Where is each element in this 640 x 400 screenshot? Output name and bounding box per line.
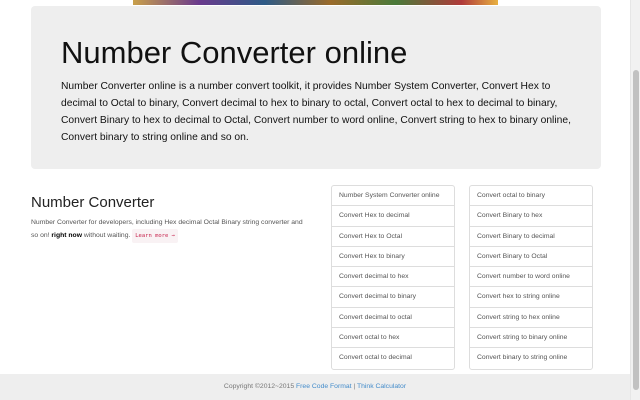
intro-heading: Number Converter xyxy=(31,194,155,211)
converter-link-item[interactable]: Convert Hex to Octal xyxy=(332,227,454,247)
converter-link-item[interactable]: Convert decimal to octal xyxy=(332,308,454,329)
footer-copyright: Copyright ©2012~2015 xyxy=(223,383,297,390)
vertical-scrollbar[interactable] xyxy=(630,0,640,400)
converter-link-item[interactable]: Convert string to binary online xyxy=(470,328,592,349)
converter-link-item[interactable]: Convert Binary to decimal xyxy=(470,227,592,247)
intro-description: Number Converter for developers, includi… xyxy=(31,217,311,243)
intro-text-after: without waiting. xyxy=(82,232,131,239)
intro-bold-text: right now xyxy=(51,232,82,239)
intro-section: Number Converter Number Converter for de… xyxy=(31,194,311,243)
footer-link-free-code-format[interactable]: Free Code Format xyxy=(296,383,352,390)
converter-link-item[interactable]: Convert Binary to Octal xyxy=(470,247,592,268)
converter-link-item[interactable]: Convert number to word online xyxy=(470,267,592,288)
page-title: Number Converter online xyxy=(61,35,408,70)
top-ad-banner[interactable] xyxy=(133,0,498,5)
converter-link-item[interactable]: Convert Hex to binary xyxy=(332,247,454,268)
converter-link-item[interactable]: Convert binary to string online xyxy=(470,348,592,368)
converter-link-item[interactable]: Number System Converter online xyxy=(332,186,454,207)
footer: Copyright ©2012~2015 Free Code Format | … xyxy=(0,374,630,400)
converter-link-item[interactable]: Convert decimal to hex xyxy=(332,267,454,288)
converter-links-right: Convert octal to binary Convert Binary to… xyxy=(469,185,593,370)
converter-link-item[interactable]: Convert decimal to binary xyxy=(332,287,454,308)
scrollbar-thumb[interactable] xyxy=(633,70,639,390)
converter-link-item[interactable]: Convert Hex to decimal xyxy=(332,206,454,227)
converter-links-left: Number System Converter online Convert He… xyxy=(331,185,455,370)
learn-more-link[interactable]: Learn more → xyxy=(132,229,178,243)
hero-description: Number Converter online is a number conv… xyxy=(61,81,571,143)
converter-link-item[interactable]: Convert octal to hex xyxy=(332,328,454,349)
converter-link-item[interactable]: Convert Binary to hex xyxy=(470,206,592,227)
converter-link-item[interactable]: Convert string to hex online xyxy=(470,308,592,329)
converter-link-item[interactable]: Convert hex to string online xyxy=(470,287,592,308)
hero-section: Number Converter online Number Converter… xyxy=(31,6,601,169)
footer-link-think-calculator[interactable]: Think Calculator xyxy=(357,383,406,390)
converter-link-item[interactable]: Convert octal to binary xyxy=(470,186,592,207)
converter-link-item[interactable]: Convert octal to decimal xyxy=(332,348,454,368)
